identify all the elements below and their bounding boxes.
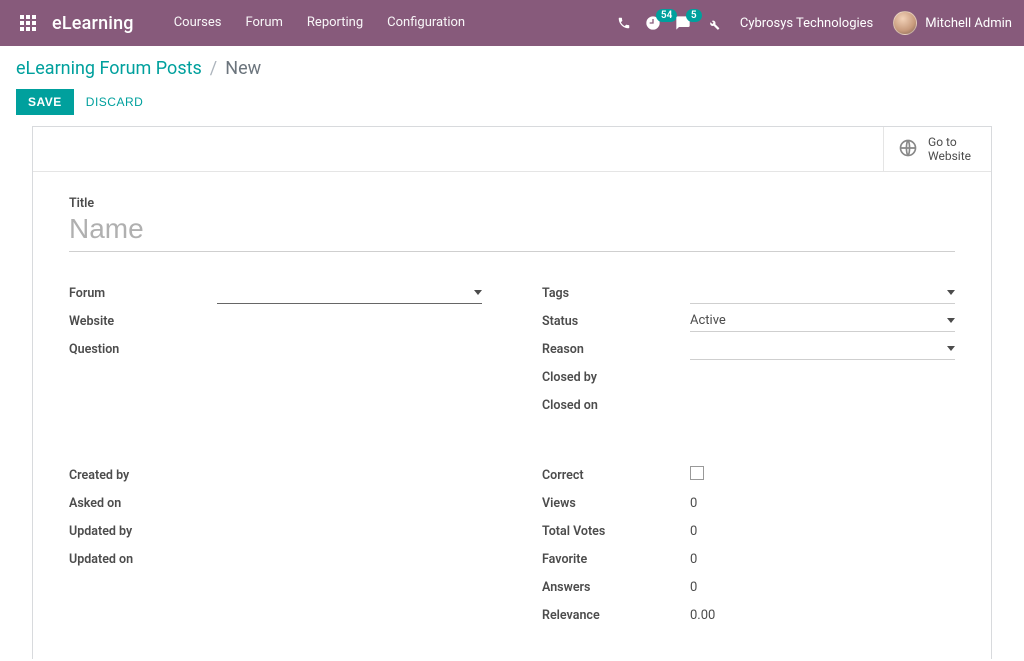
chevron-down-icon [947, 346, 955, 351]
chevron-down-icon [947, 318, 955, 323]
user-name: Mitchell Admin [925, 16, 1012, 31]
tags-dropdown[interactable] [690, 282, 955, 304]
label-total-votes: Total Votes [542, 524, 690, 539]
systray: 54 5 Cybrosys Technologies Mitchell Admi… [617, 11, 1016, 35]
breadcrumb: eLearning Forum Posts / New [16, 58, 1008, 79]
left-col-1: Forum Website Question [69, 280, 482, 420]
discuss-icon[interactable]: 5 [675, 15, 691, 31]
breadcrumb-sep: / [210, 58, 217, 79]
tools-icon[interactable] [705, 16, 720, 31]
company-switcher[interactable]: Cybrosys Technologies [734, 16, 879, 31]
discard-button[interactable]: Discard [74, 89, 156, 115]
phone-icon[interactable] [617, 16, 631, 30]
forum-dropdown[interactable] [217, 282, 482, 304]
label-forum: Forum [69, 286, 217, 301]
title-label: Title [69, 196, 955, 211]
right-col-1: Tags Status Active Reason [542, 280, 955, 420]
label-closed-by: Closed by [542, 370, 690, 385]
chevron-down-icon [947, 290, 955, 295]
label-reason: Reason [542, 342, 690, 357]
favorite-value: 0 [690, 552, 955, 567]
correct-checkbox[interactable] [690, 466, 704, 480]
label-favorite: Favorite [542, 552, 690, 567]
label-relevance: Relevance [542, 608, 690, 623]
nav-courses[interactable]: Courses [162, 0, 234, 46]
user-menu[interactable]: Mitchell Admin [893, 11, 1012, 35]
nav-menu: Courses Forum Reporting Configuration [162, 0, 477, 46]
save-button[interactable]: Save [16, 89, 74, 115]
breadcrumb-root[interactable]: eLearning Forum Posts [16, 58, 202, 79]
reason-dropdown[interactable] [690, 338, 955, 360]
globe-icon [898, 138, 918, 161]
breadcrumb-current: New [225, 58, 261, 79]
right-col-2: Correct Views 0 Total Votes 0 Favorite 0 [542, 462, 955, 630]
label-website: Website [69, 314, 217, 329]
label-views: Views [542, 496, 690, 511]
label-asked-on: Asked on [69, 496, 217, 511]
label-closed-on: Closed on [542, 398, 690, 413]
label-correct: Correct [542, 468, 690, 483]
title-input[interactable] [69, 211, 955, 252]
label-question: Question [69, 342, 217, 357]
nav-configuration[interactable]: Configuration [375, 0, 477, 46]
nav-reporting[interactable]: Reporting [295, 0, 375, 46]
label-created-by: Created by [69, 468, 217, 483]
answers-value: 0 [690, 580, 955, 595]
total-votes-value: 0 [690, 524, 955, 539]
stat-button-box: Go to Website [33, 127, 991, 172]
avatar [893, 11, 917, 35]
stat-button-text: Go to Website [928, 135, 971, 163]
nav-forum[interactable]: Forum [233, 0, 294, 46]
activities-icon[interactable]: 54 [645, 15, 661, 31]
chevron-down-icon [474, 290, 482, 295]
main-navbar: eLearning Courses Forum Reporting Config… [0, 0, 1024, 46]
form-scroll[interactable]: Go to Website Title Forum We [0, 126, 1024, 659]
left-col-2: Created by Asked on Updated by Updated o… [69, 462, 482, 630]
relevance-value: 0.00 [690, 608, 955, 623]
label-tags: Tags [542, 286, 690, 301]
form-sheet: Go to Website Title Forum We [32, 126, 992, 659]
go-to-website-button[interactable]: Go to Website [883, 127, 991, 171]
label-updated-by: Updated by [69, 524, 217, 539]
status-dropdown[interactable]: Active [690, 310, 955, 332]
label-updated-on: Updated on [69, 552, 217, 567]
views-value: 0 [690, 496, 955, 511]
apps-icon[interactable] [8, 15, 48, 31]
discuss-badge: 5 [686, 9, 702, 22]
control-panel: eLearning Forum Posts / New Save Discard [0, 46, 1024, 126]
app-brand[interactable]: eLearning [52, 13, 134, 34]
label-status: Status [542, 314, 690, 329]
label-answers: Answers [542, 580, 690, 595]
